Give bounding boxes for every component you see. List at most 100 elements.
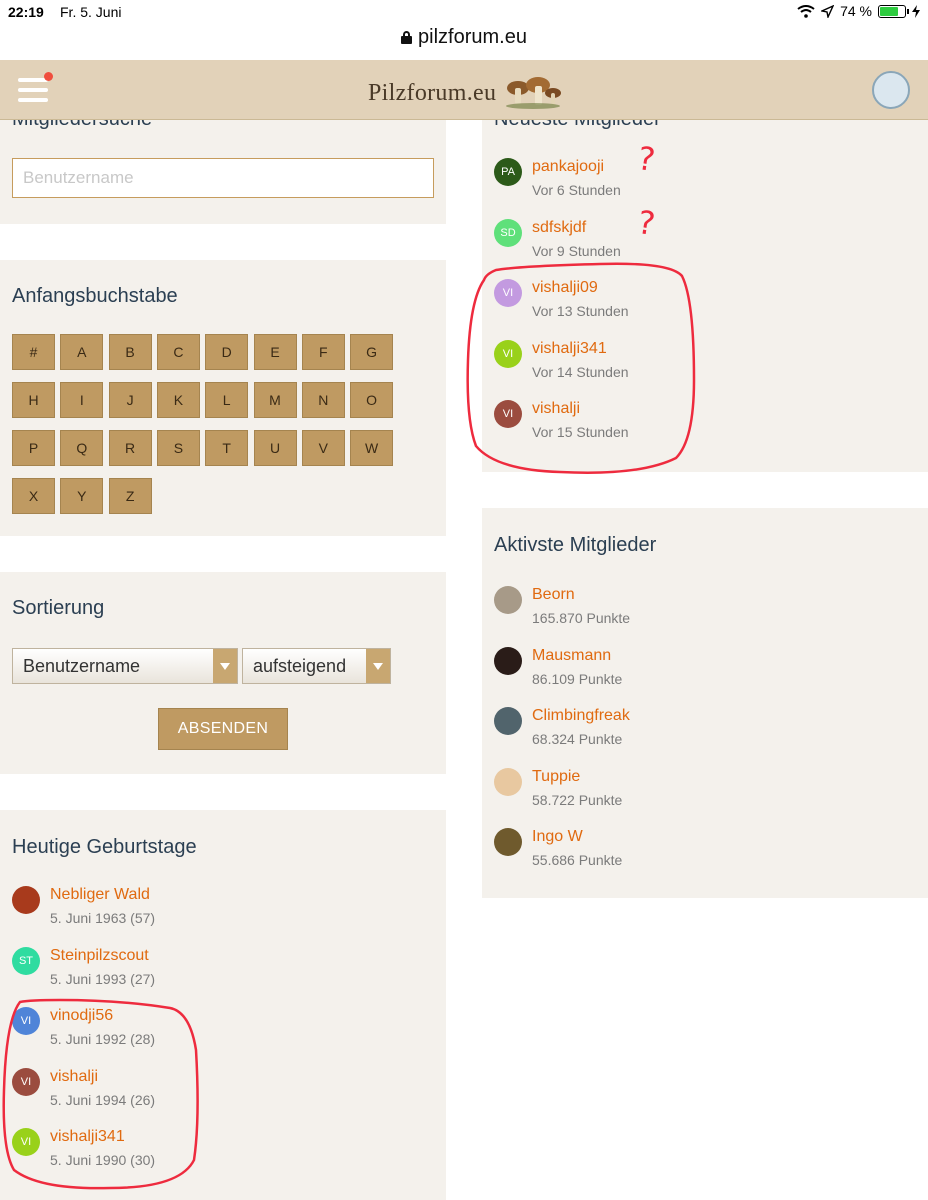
avatar[interactable]: ST [12,946,40,975]
letter-button[interactable]: X [12,478,55,514]
avatar[interactable]: VI [494,279,522,307]
active-members-panel: Aktivste Mitglieder Beorn 165.870 Punkte M… [482,508,928,898]
submit-button[interactable]: ABSENDEN [158,708,288,750]
member-name-link[interactable]: vishalji [532,400,580,418]
letter-button[interactable]: S [156,430,200,466]
member-name-link[interactable]: Climbingfreak [532,707,630,725]
newest-members-title: Neueste Mitglieder [494,120,661,131]
location-arrow-icon [821,4,835,18]
avatar[interactable] [494,586,522,614]
charging-bolt-icon [912,4,920,18]
member-name-link[interactable]: Steinpilzscout [50,947,149,965]
birthdays-title: Heutige Geburtstage [12,836,197,858]
member-subtext: Vor 13 Stunden [532,303,629,319]
status-bar: 22:19 Fr. 5. Juni 74 % [0,0,928,24]
avatar[interactable]: SD [494,218,522,247]
avatar[interactable] [494,828,522,856]
site-logo[interactable]: Pilzforum.eu [368,76,562,110]
letter-button[interactable]: T [205,430,249,466]
member-name-link[interactable]: sdfskjdf [532,219,586,237]
avatar[interactable]: VI [12,1007,40,1035]
member-subtext: 5. Juni 1992 (28) [50,1031,156,1047]
letter-button[interactable]: O [350,382,394,418]
member-name-link[interactable]: pankajooji [532,158,604,176]
site-header: Pilzforum.eu [0,60,928,120]
url-text[interactable]: pilzforum.eu [418,26,527,49]
url-bar[interactable]: pilzforum.eu [0,24,928,60]
letter-button[interactable]: U [253,430,297,466]
letter-button[interactable]: N [301,382,345,418]
notification-dot [44,72,53,81]
member-name-link[interactable]: Beorn [532,586,575,604]
birthdays-panel: Heutige Geburtstage Nebliger Wald 5. Juni… [0,810,446,1200]
letter-button[interactable]: # [12,334,55,370]
avatar[interactable] [12,886,40,914]
menu-icon[interactable] [18,78,48,102]
letter-button[interactable]: V [301,430,345,466]
member-subtext: 5. Juni 1994 (26) [50,1091,156,1108]
sort-order-select[interactable]: aufsteigend [242,648,391,684]
letter-button[interactable]: R [108,430,152,466]
active-members-title: Aktivste Mitglieder [494,534,657,556]
member-subtext: 5. Juni 1990 (30) [50,1152,156,1168]
letter-button[interactable]: Q [60,430,104,466]
letter-button[interactable]: J [108,382,152,418]
letter-button[interactable]: P [12,430,55,466]
member-subtext: 5. Juni 1993 (27) [50,970,156,987]
member-name-link[interactable]: Tuppie [532,768,580,786]
user-avatar[interactable] [872,71,910,109]
letter-button[interactable]: K [156,382,200,418]
status-icons: 74 % [797,3,920,19]
battery-icon [878,4,909,18]
avatar[interactable]: VI [494,339,522,368]
avatar[interactable]: VI [494,400,522,428]
avatar[interactable]: VI [12,1128,40,1156]
letter-button[interactable]: E [253,334,297,370]
member-subtext: 58.722 Punkte [532,791,623,808]
letter-button[interactable]: A [60,334,104,370]
avatar[interactable] [494,646,522,675]
member-subtext: 165.870 Punkte [532,610,631,626]
sort-title: Sortierung [12,597,105,619]
sort-panel: Sortierung Benutzername aufsteigend ABSE… [0,572,446,774]
letter-button[interactable]: D [205,334,249,370]
member-name-link[interactable]: vishalji341 [50,1128,125,1146]
letter-button[interactable]: Y [60,478,104,514]
letter-button[interactable]: C [156,334,200,370]
member-subtext: 5. Juni 1963 (57) [50,910,156,926]
logo-text: Pilzforum.eu [368,79,497,106]
letter-button[interactable]: M [253,382,297,418]
mushroom-logo-icon [506,77,562,109]
avatar[interactable] [494,767,522,796]
lock-icon [401,31,413,44]
avatar[interactable]: VI [12,1067,40,1096]
avatar[interactable]: PA [494,158,522,186]
member-name-link[interactable]: vishalji341 [532,340,607,358]
member-name-link[interactable]: vishalji [50,1068,98,1086]
username-search-input[interactable] [12,158,434,198]
letter-button[interactable]: H [12,382,55,418]
member-name-link[interactable]: vinodji56 [50,1007,113,1025]
letter-button[interactable]: I [60,382,104,418]
chevron-down-icon [366,649,390,683]
sort-field-value: Benutzername [23,655,141,676]
sort-field-select[interactable]: Benutzername [12,648,238,684]
member-name-link[interactable]: Ingo W [532,828,583,846]
member-name-link[interactable]: Mausmann [532,647,611,665]
letter-button[interactable]: B [108,334,152,370]
avatar[interactable] [494,707,522,735]
member-subtext: 68.324 Punkte [532,731,623,747]
member-subtext: Vor 14 Stunden [532,363,629,380]
letter-button[interactable]: F [301,334,345,370]
battery-percent: 74 % [840,3,872,19]
letter-button[interactable]: Z [108,478,152,514]
member-name-link[interactable]: Nebliger Wald [50,886,150,904]
initial-letter-title: Anfangsbuchstabe [12,285,178,307]
letter-button[interactable]: G [350,334,394,370]
sort-order-value: aufsteigend [253,655,347,676]
letter-button[interactable]: L [205,382,249,418]
letter-button[interactable]: W [350,430,394,466]
member-subtext: Vor 15 Stunden [532,424,629,440]
wifi-icon [797,4,815,18]
member-name-link[interactable]: vishalji09 [532,279,598,297]
